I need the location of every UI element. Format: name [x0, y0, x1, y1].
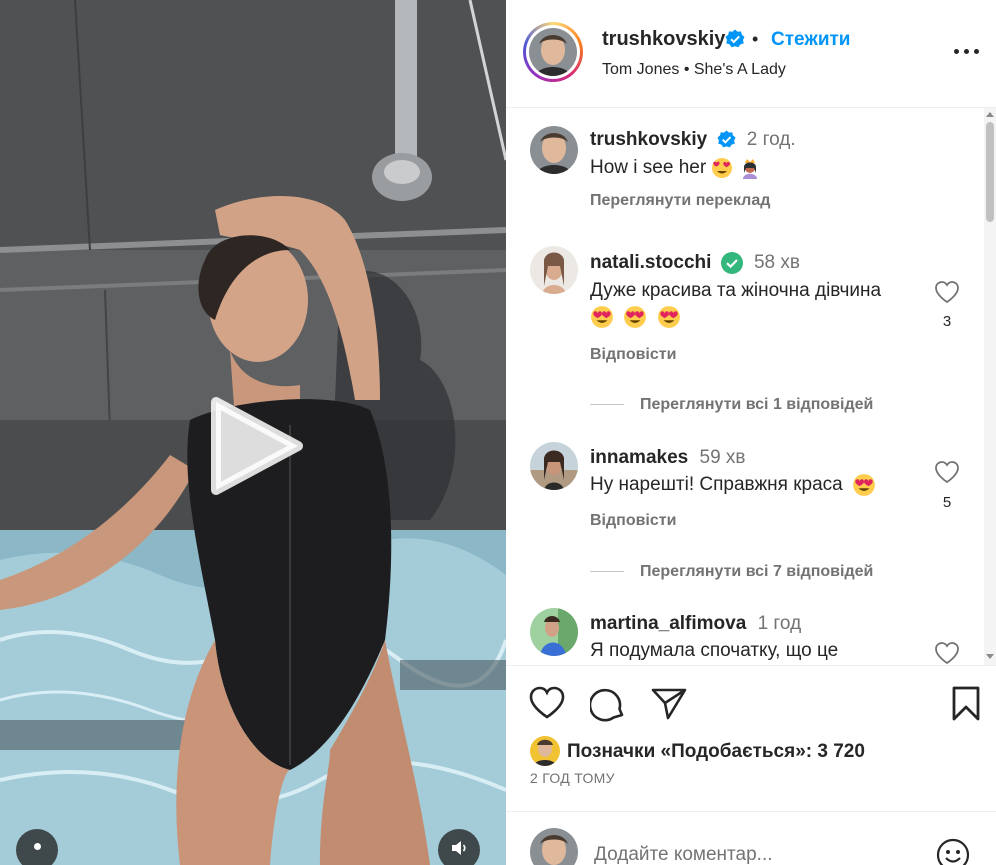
verified-badge-icon [720, 252, 743, 274]
comment-like-count: 5 [942, 494, 952, 511]
comment-bubble-icon[interactable] [590, 686, 626, 722]
heart-eyes-emoji-icon [712, 157, 733, 178]
view-replies-button[interactable]: Переглянути всі 7 відповідей [590, 563, 873, 581]
view-translation-link[interactable]: Переглянути переклад [590, 192, 770, 210]
replies-divider [590, 571, 624, 573]
caption-text: How i see her [590, 155, 930, 181]
comment-like-count: 3 [942, 313, 952, 330]
comment-input[interactable] [594, 842, 914, 865]
verified-badge-icon [725, 29, 745, 48]
comment-avatar[interactable] [530, 246, 578, 294]
speaker-icon [452, 841, 466, 855]
comment-text: Я подумала спочатку, що це [590, 640, 839, 661]
comments-scrollbar[interactable] [984, 108, 996, 665]
caption-username[interactable]: trushkovskiy 2 год. [590, 129, 796, 151]
comment-username[interactable]: natali.stocchi 58 хв [590, 252, 800, 274]
heart-eyes-emoji-icon [624, 306, 647, 328]
progress-dot-icon [34, 843, 41, 850]
heart-icon[interactable] [529, 686, 565, 720]
comment-time: 58 хв [753, 252, 800, 274]
comments-list[interactable]: trushkovskiy 2 год. How i see her Перегл… [506, 108, 996, 665]
audio-toggle-button[interactable] [438, 829, 480, 865]
more-dots-icon[interactable] [952, 40, 982, 64]
heart-icon[interactable] [934, 641, 960, 665]
post-header: trushkovskiy • Стежити Tom Jones • She's… [506, 0, 996, 108]
follow-button[interactable]: Стежити [771, 29, 850, 51]
heart-eyes-emoji-icon [853, 474, 875, 496]
comment-text: Дуже красива та жіночна дівчина [590, 278, 930, 330]
current-user-avatar [530, 828, 578, 865]
heart-icon[interactable] [934, 460, 960, 484]
bookmark-icon[interactable] [951, 686, 981, 722]
audio-track-link[interactable]: Tom Jones • She's A Lady [602, 61, 786, 79]
scroll-thumb[interactable] [986, 122, 994, 222]
verified-badge-icon [716, 130, 736, 148]
post-video[interactable] [0, 0, 506, 865]
posted-time[interactable]: 2 ГОД ТОМУ [530, 770, 615, 786]
scroll-down-arrow-icon[interactable] [986, 654, 994, 659]
heart-eyes-emoji-icon [657, 306, 680, 328]
replies-divider [590, 404, 624, 406]
separator-dot: • [752, 29, 759, 49]
paper-plane-icon[interactable] [651, 687, 687, 721]
author-username[interactable]: trushkovskiy [602, 28, 725, 51]
comment-time: 59 хв [699, 447, 746, 468]
caption-time: 2 год. [746, 129, 796, 150]
likes-count[interactable]: Позначки «Подобається»: 3 720 [567, 741, 865, 763]
reply-button[interactable]: Відповісти [590, 512, 676, 530]
post-actions-footer: Позначки «Подобається»: 3 720 2 ГОД ТОМУ [506, 665, 996, 865]
comment-avatar[interactable] [530, 608, 578, 656]
comment-username[interactable]: innamakes 59 хв [590, 447, 746, 469]
comment-avatar[interactable] [530, 442, 578, 490]
princess-emoji-icon [742, 158, 757, 179]
play-icon[interactable] [202, 392, 310, 500]
caption-avatar[interactable] [530, 126, 578, 174]
reply-button[interactable]: Відповісти [590, 346, 676, 364]
comment-text: Ну нарешті! Справжня краса [590, 472, 930, 498]
heart-eyes-emoji-icon [591, 306, 613, 328]
smiley-icon[interactable] [936, 838, 970, 865]
view-replies-button[interactable]: Переглянути всі 1 відповідей [590, 396, 873, 414]
scroll-up-arrow-icon[interactable] [986, 112, 994, 117]
comment-username[interactable]: martina_alfimova 1 год [590, 613, 801, 635]
heart-icon[interactable] [934, 280, 960, 304]
post-side-panel: trushkovskiy • Стежити Tom Jones • She's… [506, 0, 996, 865]
author-story-ring[interactable] [523, 22, 583, 82]
liker-avatar[interactable] [530, 736, 560, 766]
add-comment-bar [506, 811, 996, 865]
video-progress-button[interactable] [16, 829, 58, 865]
author-avatar [529, 28, 577, 76]
comment-time: 1 год [757, 613, 802, 634]
